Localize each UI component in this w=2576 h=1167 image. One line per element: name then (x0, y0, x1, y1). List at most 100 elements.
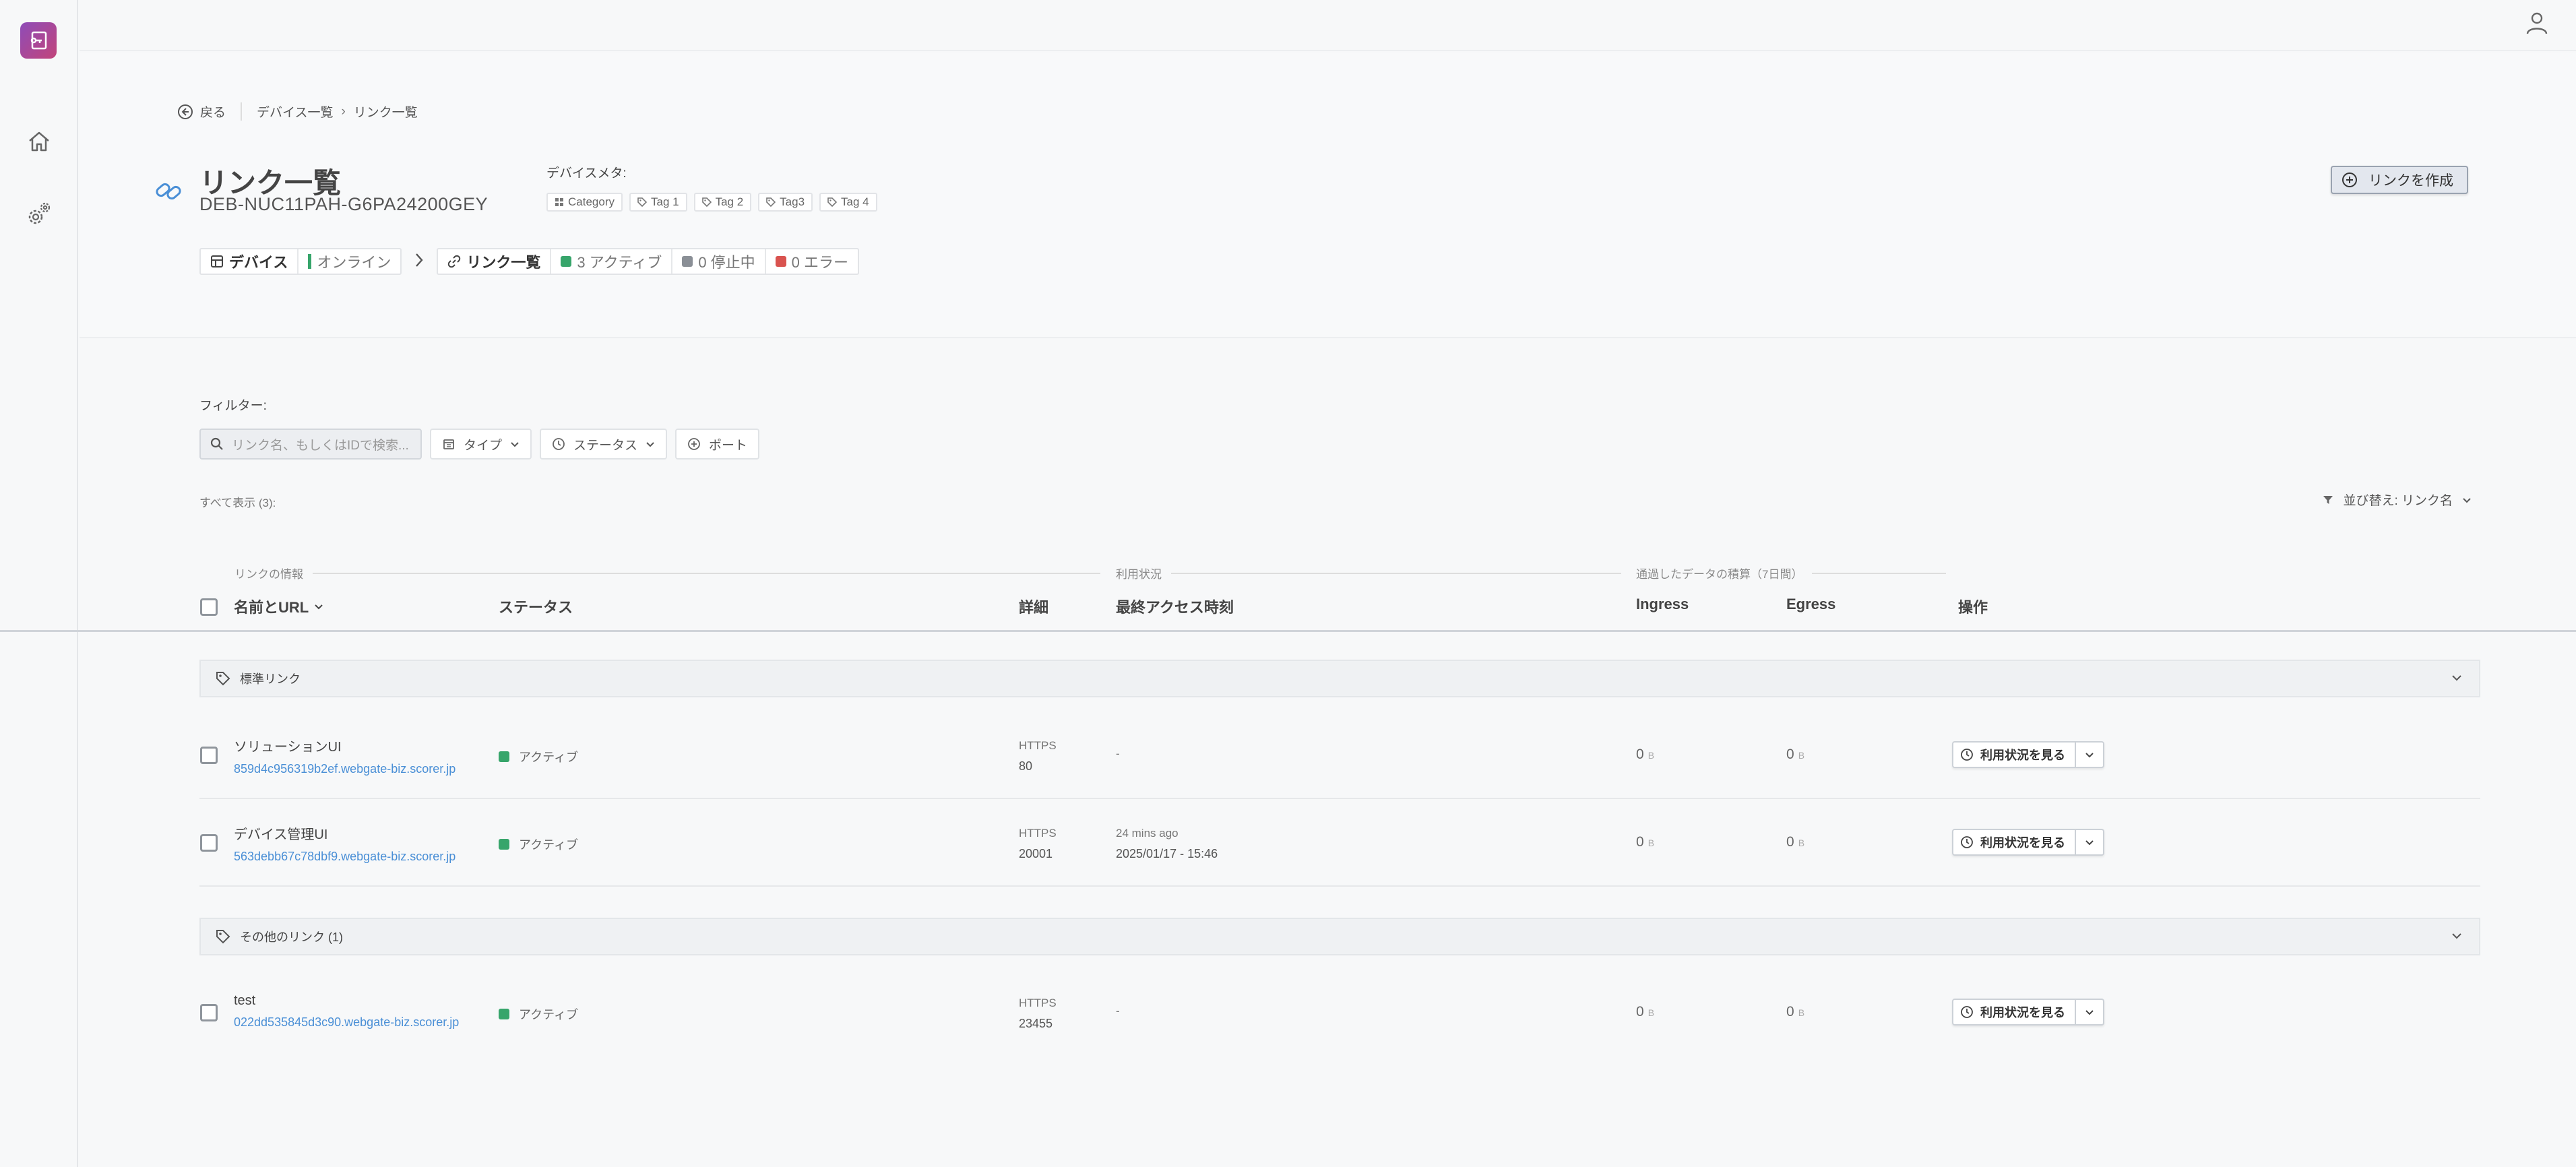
status-badge: アクティブ (499, 835, 578, 853)
egress-number: 0 (1786, 747, 1794, 762)
last-access-relative: 24 mins ago (1116, 827, 1179, 840)
clock-icon (553, 438, 565, 450)
chevron-down-icon[interactable] (2451, 930, 2463, 945)
status-label: アクティブ (519, 751, 579, 764)
calendar-icon (443, 439, 454, 449)
view-usage-button[interactable]: 利用状況を見る (1953, 1000, 2076, 1024)
row-checkbox[interactable] (200, 1004, 218, 1021)
ingress-unit: B (1647, 1007, 1655, 1018)
tag-icon (216, 671, 230, 686)
meta-tag-label: Tag3 (780, 195, 805, 208)
group-head-usage: 利用状況 (1116, 565, 1621, 581)
link-name: デバイス管理UI (234, 827, 328, 842)
tag-icon (766, 197, 776, 207)
group-row-other[interactable]: その他のリンク (1) (199, 918, 2480, 955)
meta-tag-label: Tag 2 (715, 195, 744, 208)
top-bar (80, 0, 2576, 51)
type-filter-button[interactable]: タイプ (430, 429, 532, 460)
protocol: HTTPS (1019, 997, 1057, 1009)
meta-tag-label: Tag 1 (650, 195, 679, 208)
create-link-button[interactable]: リンクを作成 (2331, 166, 2468, 194)
last-access-relative: - (1116, 747, 1120, 760)
back-link[interactable]: 戻る (177, 102, 243, 121)
port: 23455 (1019, 1017, 1053, 1030)
group-head-data: 通過したデータの積算（7日間） (1636, 565, 1946, 581)
chevron-down-icon[interactable] (2076, 743, 2103, 767)
port-filter-label: ポート (709, 438, 748, 453)
links-label: リンク一覧 (438, 249, 552, 274)
egress-value: 0B (1786, 1004, 1804, 1020)
group-label: 標準リンク (240, 672, 301, 686)
ingress-number: 0 (1636, 834, 1644, 850)
egress-unit: B (1798, 838, 1805, 848)
protocol: HTTPS (1019, 739, 1057, 752)
column-status: ステータス (499, 599, 573, 616)
chevron-down-icon[interactable] (2451, 672, 2463, 687)
port-filter-button[interactable]: ポート (675, 429, 760, 460)
chevron-down-icon (646, 442, 654, 447)
egress-number: 0 (1786, 834, 1794, 850)
view-usage-button-group: 利用状況を見る (1952, 829, 2104, 856)
column-ingress: Ingress (1636, 596, 1689, 612)
select-all-checkbox[interactable] (200, 598, 218, 616)
column-detail: 詳細 (1019, 599, 1049, 616)
chevron-right-icon: › (341, 104, 346, 119)
group-head-info: リンクの情報 (234, 565, 1100, 581)
group-row-standard[interactable]: 標準リンク (199, 660, 2480, 697)
protocol: HTTPS (1019, 827, 1057, 840)
settings-gear-icon[interactable] (24, 199, 54, 229)
last-access: - (1116, 744, 1120, 764)
filter-label: フィルター: (199, 399, 267, 413)
link-url[interactable]: 859d4c956319b2ef.webgate-biz.scorer.jp (234, 762, 455, 776)
link-detail: HTTPS 20001 (1019, 823, 1057, 864)
plus-circle-icon (2342, 172, 2357, 187)
link-icon (156, 183, 181, 200)
tag-icon (216, 929, 230, 944)
ingress-unit: B (1647, 750, 1655, 761)
clock-icon (1961, 1006, 1973, 1018)
plus-circle-icon (688, 438, 700, 450)
column-egress: Egress (1786, 596, 1836, 612)
table-row: ソリューションUI 859d4c956319b2ef.webgate-biz.s… (199, 713, 2480, 799)
view-usage-label: 利用状況を見る (1980, 749, 2065, 762)
chevron-right-icon (414, 252, 425, 272)
device-meta-tags: Category Tag 1 Tag 2 Tag3 Tag 4 (546, 193, 877, 212)
view-usage-button[interactable]: 利用状況を見る (1953, 743, 2076, 767)
column-name-url[interactable]: 名前とURL (234, 596, 323, 617)
breadcrumb-device-list[interactable]: デバイス一覧 (257, 102, 333, 121)
user-account-icon[interactable] (2523, 9, 2550, 36)
app-logo[interactable] (20, 22, 57, 59)
group-label: その他のリンク (1) (240, 931, 343, 944)
chevron-down-icon[interactable] (2076, 1000, 2103, 1024)
search-placeholder: リンク名、もしくはIDで検索... (232, 438, 409, 453)
chevron-down-icon[interactable] (2076, 830, 2103, 854)
create-link-label: リンクを作成 (2368, 173, 2453, 189)
status-label: アクティブ (519, 838, 579, 852)
device-meta-label: デバイスメタ: (546, 166, 627, 181)
last-access: - (1116, 1001, 1120, 1021)
link-url[interactable]: 563debb67c78dbf9.webgate-biz.scorer.jp (234, 850, 455, 864)
chevron-down-icon (511, 442, 519, 447)
ingress-unit: B (1647, 838, 1655, 848)
back-label: 戻る (200, 106, 226, 120)
link-url[interactable]: 022dd535845d3c90.webgate-biz.scorer.jp (234, 1015, 459, 1030)
device-state-label: オンライン (317, 254, 391, 271)
device-status-pill: デバイス オンライン (199, 248, 402, 275)
home-icon[interactable] (24, 127, 54, 156)
group-head-info-label: リンクの情報 (234, 568, 303, 581)
status-filter-button[interactable]: ステータス (540, 429, 668, 460)
result-count: すべて表示 (3): (199, 497, 276, 509)
chevron-down-icon (2463, 497, 2471, 503)
egress-value: 0B (1786, 834, 1804, 850)
view-usage-button[interactable]: 利用状況を見る (1953, 830, 2076, 854)
ingress-value: 0B (1636, 834, 1654, 850)
search-field[interactable]: リンク名、もしくはIDで検索... (199, 429, 422, 460)
row-checkbox[interactable] (200, 834, 218, 852)
error-status-dot (775, 256, 786, 267)
column-name-label: 名前とURL (234, 599, 309, 616)
group-head-data-label: 通過したデータの積算（7日間） (1636, 568, 1803, 581)
sort-dropdown[interactable]: 並び替え: リンク名 (2323, 491, 2472, 509)
row-checkbox[interactable] (200, 747, 218, 764)
meta-tag: Tag 1 (629, 193, 687, 212)
device-icon (211, 255, 223, 267)
